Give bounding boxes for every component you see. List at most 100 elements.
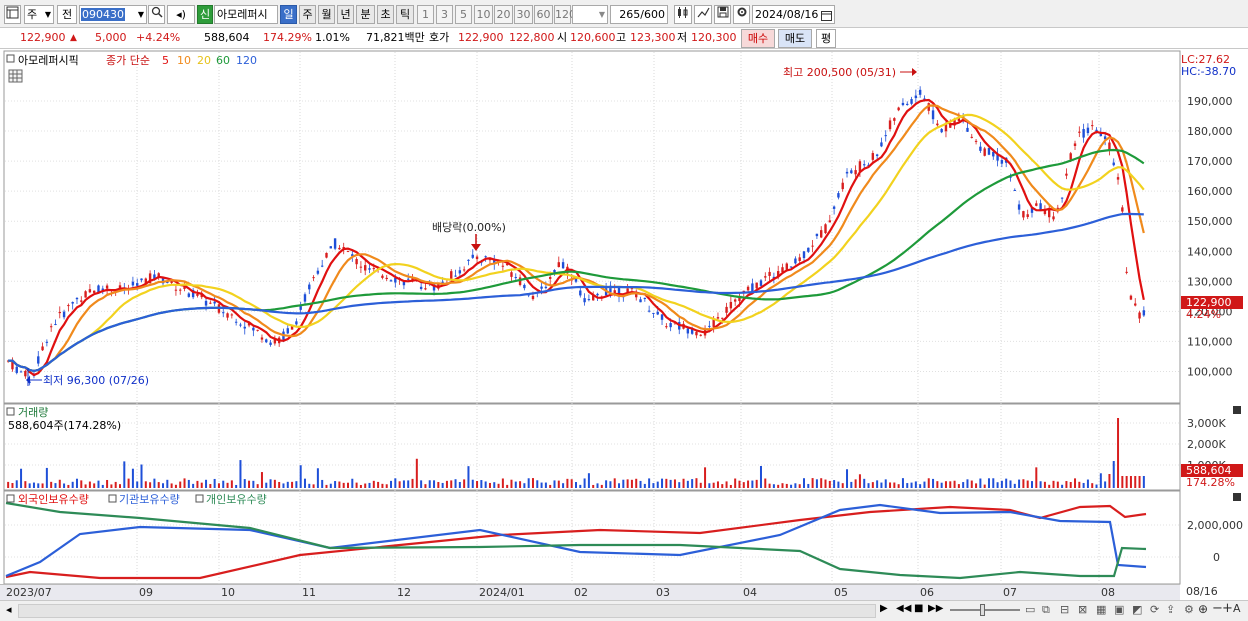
- date-input[interactable]: 2024/08/16: [752, 5, 835, 24]
- prev-button[interactable]: 전: [57, 5, 77, 24]
- candle-type-icon[interactable]: [674, 5, 692, 24]
- layout-icon[interactable]: [4, 5, 21, 24]
- interval-20[interactable]: 20: [494, 5, 513, 24]
- volume-bar: [338, 481, 341, 488]
- interval-10[interactable]: 10: [474, 5, 493, 24]
- x-label: 04: [743, 586, 757, 599]
- volume-bar: [1099, 473, 1102, 488]
- new-button[interactable]: 신: [197, 5, 213, 24]
- volume-bar: [58, 479, 61, 488]
- sound-button[interactable]: ◂): [167, 5, 195, 24]
- horizontal-scrollbar[interactable]: [18, 604, 876, 618]
- volume-bar: [41, 483, 44, 488]
- volume-bar: [639, 480, 642, 488]
- candle-body: [695, 331, 698, 336]
- high-price: 123,300: [630, 31, 676, 44]
- tab-year[interactable]: 년: [337, 5, 354, 24]
- interval-1[interactable]: 1: [417, 5, 434, 24]
- volume-bar: [807, 483, 810, 488]
- candle-body: [587, 299, 591, 301]
- volume-bar: [652, 483, 655, 488]
- volume-bar: [549, 484, 552, 488]
- panel-toggle-icon[interactable]: [6, 407, 15, 416]
- search-icon[interactable]: [148, 5, 165, 24]
- grid-icon[interactable]: ▦: [1096, 603, 1106, 616]
- panel-toggle-icon[interactable]: [6, 54, 15, 63]
- refresh-icon[interactable]: ⟳: [1150, 603, 1159, 616]
- stock-code-value: 090430: [81, 8, 125, 21]
- play-icon[interactable]: ▶: [880, 603, 888, 614]
- y-tick-label: 170,000: [1187, 155, 1233, 168]
- tab-day[interactable]: 일: [280, 5, 297, 24]
- interval-60[interactable]: 60: [534, 5, 553, 24]
- candle-body: [312, 277, 315, 279]
- interval-120[interactable]: 120: [554, 5, 576, 24]
- panel-toggle-icon[interactable]: [6, 494, 15, 503]
- average-button[interactable]: 평: [816, 29, 836, 48]
- candle-body: [84, 291, 87, 298]
- export-icon[interactable]: ⇪: [1166, 603, 1175, 616]
- table-icon[interactable]: [8, 69, 23, 83]
- sell-button[interactable]: 매도: [778, 29, 812, 48]
- volume-bar: [605, 480, 608, 488]
- tab-month[interactable]: 월: [318, 5, 335, 24]
- candle-body: [764, 276, 767, 278]
- tab-second[interactable]: 초: [377, 5, 394, 24]
- candle-body: [234, 321, 238, 323]
- draw-line-icon[interactable]: [694, 5, 712, 24]
- tab-minute[interactable]: 분: [356, 5, 375, 24]
- volume-bar: [67, 484, 70, 488]
- volume-bar: [166, 479, 169, 488]
- chart-icon[interactable]: ◩: [1132, 603, 1142, 616]
- candle-body: [665, 326, 668, 328]
- volume-bar: [648, 478, 651, 488]
- candle-body: [295, 321, 298, 325]
- count-input[interactable]: 265/600: [610, 5, 668, 24]
- stock-chart[interactable]: 190,000 180,000 170,000 160,000 150,000 140,0…: [0, 50, 1248, 606]
- volume-bar: [712, 482, 715, 488]
- tool-icon[interactable]: ⊠: [1078, 603, 1087, 616]
- volume-bar: [402, 480, 405, 488]
- interval-5[interactable]: 5: [455, 5, 472, 24]
- tab-tick[interactable]: 틱: [396, 5, 414, 24]
- zoom-slider[interactable]: [950, 609, 1020, 611]
- interval-custom-input[interactable]: ▼: [572, 5, 608, 24]
- volume-bar: [790, 484, 793, 488]
- volume-bar: [510, 479, 513, 488]
- gear-icon[interactable]: [733, 5, 750, 24]
- rewind-icon[interactable]: ◀◀: [896, 603, 911, 614]
- market-select[interactable]: 주 ▼: [24, 5, 54, 24]
- tab-week[interactable]: 주: [299, 5, 316, 24]
- volume-bar: [75, 478, 78, 488]
- candle-body: [325, 252, 328, 258]
- volume-bar: [269, 479, 272, 488]
- stock-code-input[interactable]: 090430 ▼: [79, 5, 147, 24]
- font-increase-icon[interactable]: +: [1222, 601, 1233, 616]
- volume-bar: [278, 481, 281, 488]
- settings-icon[interactable]: ⚙: [1184, 603, 1194, 616]
- close-icon[interactable]: [1233, 493, 1241, 501]
- buy-button[interactable]: 매수: [741, 29, 775, 48]
- volume-bar: [755, 479, 758, 488]
- candle-body: [699, 334, 702, 336]
- volume-bar: [919, 484, 922, 488]
- candle-body: [850, 170, 853, 174]
- chart-panel[interactable]: 190,000 180,000 170,000 160,000 150,000 140,0…: [0, 50, 1248, 606]
- scroll-left-icon[interactable]: ◂: [6, 603, 12, 616]
- copy-icon[interactable]: ⧉: [1042, 603, 1050, 617]
- interval-3[interactable]: 3: [436, 5, 453, 24]
- fast-forward-icon[interactable]: ▶▶: [928, 603, 943, 614]
- layout-icon[interactable]: ▭: [1025, 603, 1035, 616]
- volume-bar: [923, 481, 926, 488]
- zoom-in-icon[interactable]: ⊕: [1198, 602, 1208, 616]
- save-icon[interactable]: [714, 5, 731, 24]
- stop-icon[interactable]: ■: [914, 603, 923, 614]
- window-icon[interactable]: ▣: [1114, 603, 1124, 616]
- interval-30[interactable]: 30: [514, 5, 533, 24]
- candle-body: [1052, 216, 1055, 220]
- zoom-slider-thumb[interactable]: [980, 604, 985, 616]
- close-icon[interactable]: [1233, 406, 1241, 414]
- font-icon[interactable]: A: [1233, 602, 1241, 615]
- split-icon[interactable]: ⊟: [1060, 603, 1069, 616]
- candle-body: [1035, 203, 1038, 206]
